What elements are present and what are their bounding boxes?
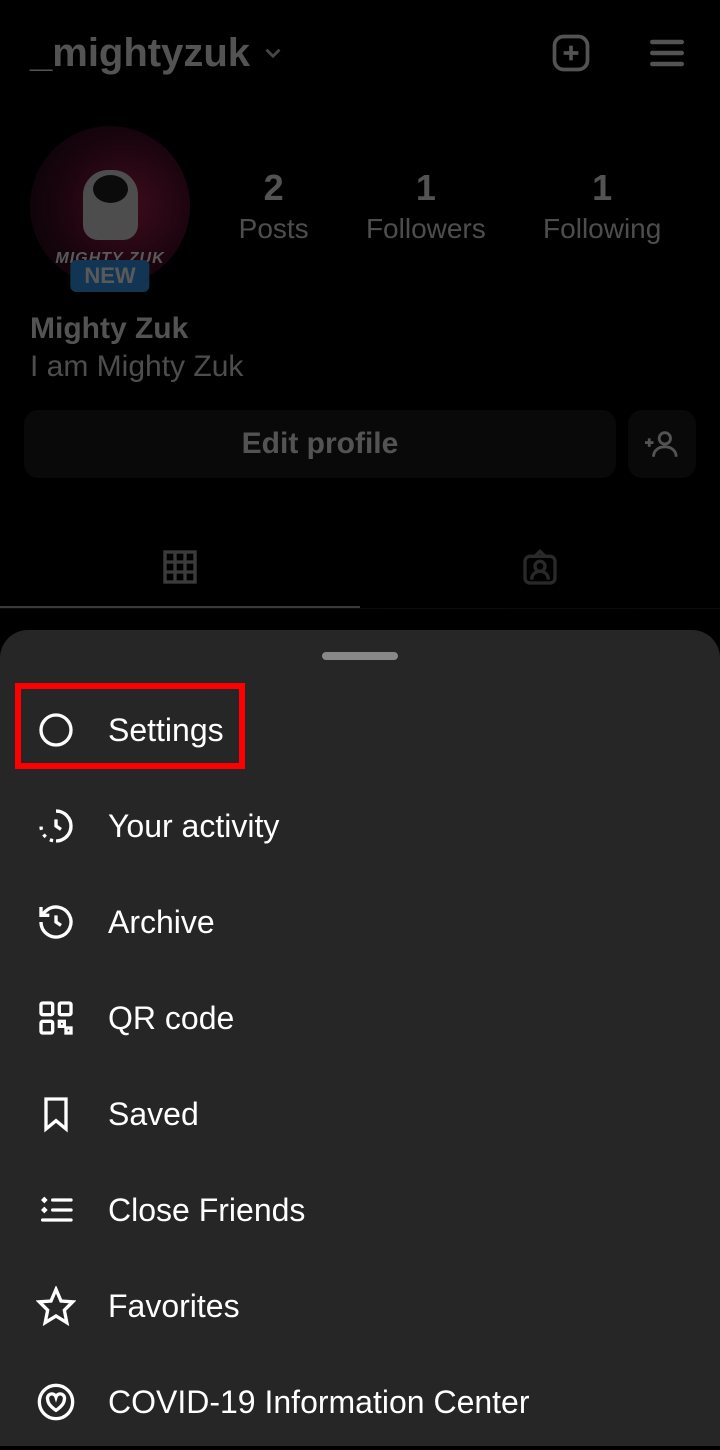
close-friends-icon bbox=[34, 1188, 78, 1232]
create-icon[interactable] bbox=[548, 30, 594, 76]
stat-followers[interactable]: 1 Followers bbox=[366, 167, 486, 245]
profile-stats-row: MIGHTY ZUK NEW 2 Posts 1 Followers 1 Fol… bbox=[0, 86, 720, 296]
menu-item-label: Close Friends bbox=[108, 1192, 305, 1229]
menu-item-label: Saved bbox=[108, 1096, 199, 1133]
menu-item-label: Archive bbox=[108, 904, 215, 941]
stat-following-label: Following bbox=[543, 213, 661, 245]
chevron-down-icon[interactable] bbox=[260, 40, 286, 66]
display-name: Mighty Zuk bbox=[30, 312, 690, 346]
stat-posts[interactable]: 2 Posts bbox=[239, 167, 309, 245]
stat-followers-label: Followers bbox=[366, 213, 486, 245]
tab-tagged[interactable] bbox=[360, 528, 720, 608]
menu-item-settings[interactable]: Settings bbox=[0, 682, 720, 778]
hamburger-menu-icon[interactable] bbox=[644, 30, 690, 76]
menu-item-label: COVID-19 Information Center bbox=[108, 1384, 530, 1421]
settings-icon bbox=[34, 708, 78, 752]
menu-item-covid-info[interactable]: COVID-19 Information Center bbox=[0, 1354, 720, 1450]
menu-item-label: Your activity bbox=[108, 808, 279, 845]
new-badge: NEW bbox=[70, 260, 149, 292]
stat-posts-label: Posts bbox=[239, 213, 309, 245]
menu-item-label: Favorites bbox=[108, 1288, 240, 1325]
menu-item-label: QR code bbox=[108, 1000, 234, 1037]
qr-code-icon bbox=[34, 996, 78, 1040]
stat-following-count: 1 bbox=[543, 167, 661, 209]
tab-grid[interactable] bbox=[0, 528, 360, 608]
archive-icon bbox=[34, 900, 78, 944]
menu-item-close-friends[interactable]: Close Friends bbox=[0, 1162, 720, 1258]
discover-people-button[interactable] bbox=[628, 410, 696, 478]
add-person-icon bbox=[645, 427, 679, 461]
menu-item-label: Settings bbox=[108, 712, 224, 749]
avatar-graphic bbox=[83, 170, 138, 240]
menu-item-favorites[interactable]: Favorites bbox=[0, 1258, 720, 1354]
profile-header: _mightyzuk bbox=[0, 0, 720, 86]
options-bottom-sheet: Settings Your activity Archive QR code S… bbox=[0, 630, 720, 1446]
sheet-drag-handle[interactable] bbox=[322, 652, 398, 660]
heart-circle-icon bbox=[34, 1380, 78, 1424]
stat-following[interactable]: 1 Following bbox=[543, 167, 661, 245]
menu-item-saved[interactable]: Saved bbox=[0, 1066, 720, 1162]
edit-profile-button[interactable]: Edit profile bbox=[24, 410, 616, 478]
stat-posts-count: 2 bbox=[239, 167, 309, 209]
star-icon bbox=[34, 1284, 78, 1328]
bio: I am Mighty Zuk bbox=[30, 350, 690, 384]
username-switcher[interactable]: _mightyzuk bbox=[30, 31, 250, 76]
avatar[interactable]: MIGHTY ZUK NEW bbox=[30, 126, 190, 286]
tagged-icon bbox=[520, 548, 560, 588]
activity-icon bbox=[34, 804, 78, 848]
bookmark-icon bbox=[34, 1092, 78, 1136]
grid-icon bbox=[160, 547, 200, 587]
menu-item-archive[interactable]: Archive bbox=[0, 874, 720, 970]
menu-item-your-activity[interactable]: Your activity bbox=[0, 778, 720, 874]
menu-item-qr-code[interactable]: QR code bbox=[0, 970, 720, 1066]
stat-followers-count: 1 bbox=[366, 167, 486, 209]
